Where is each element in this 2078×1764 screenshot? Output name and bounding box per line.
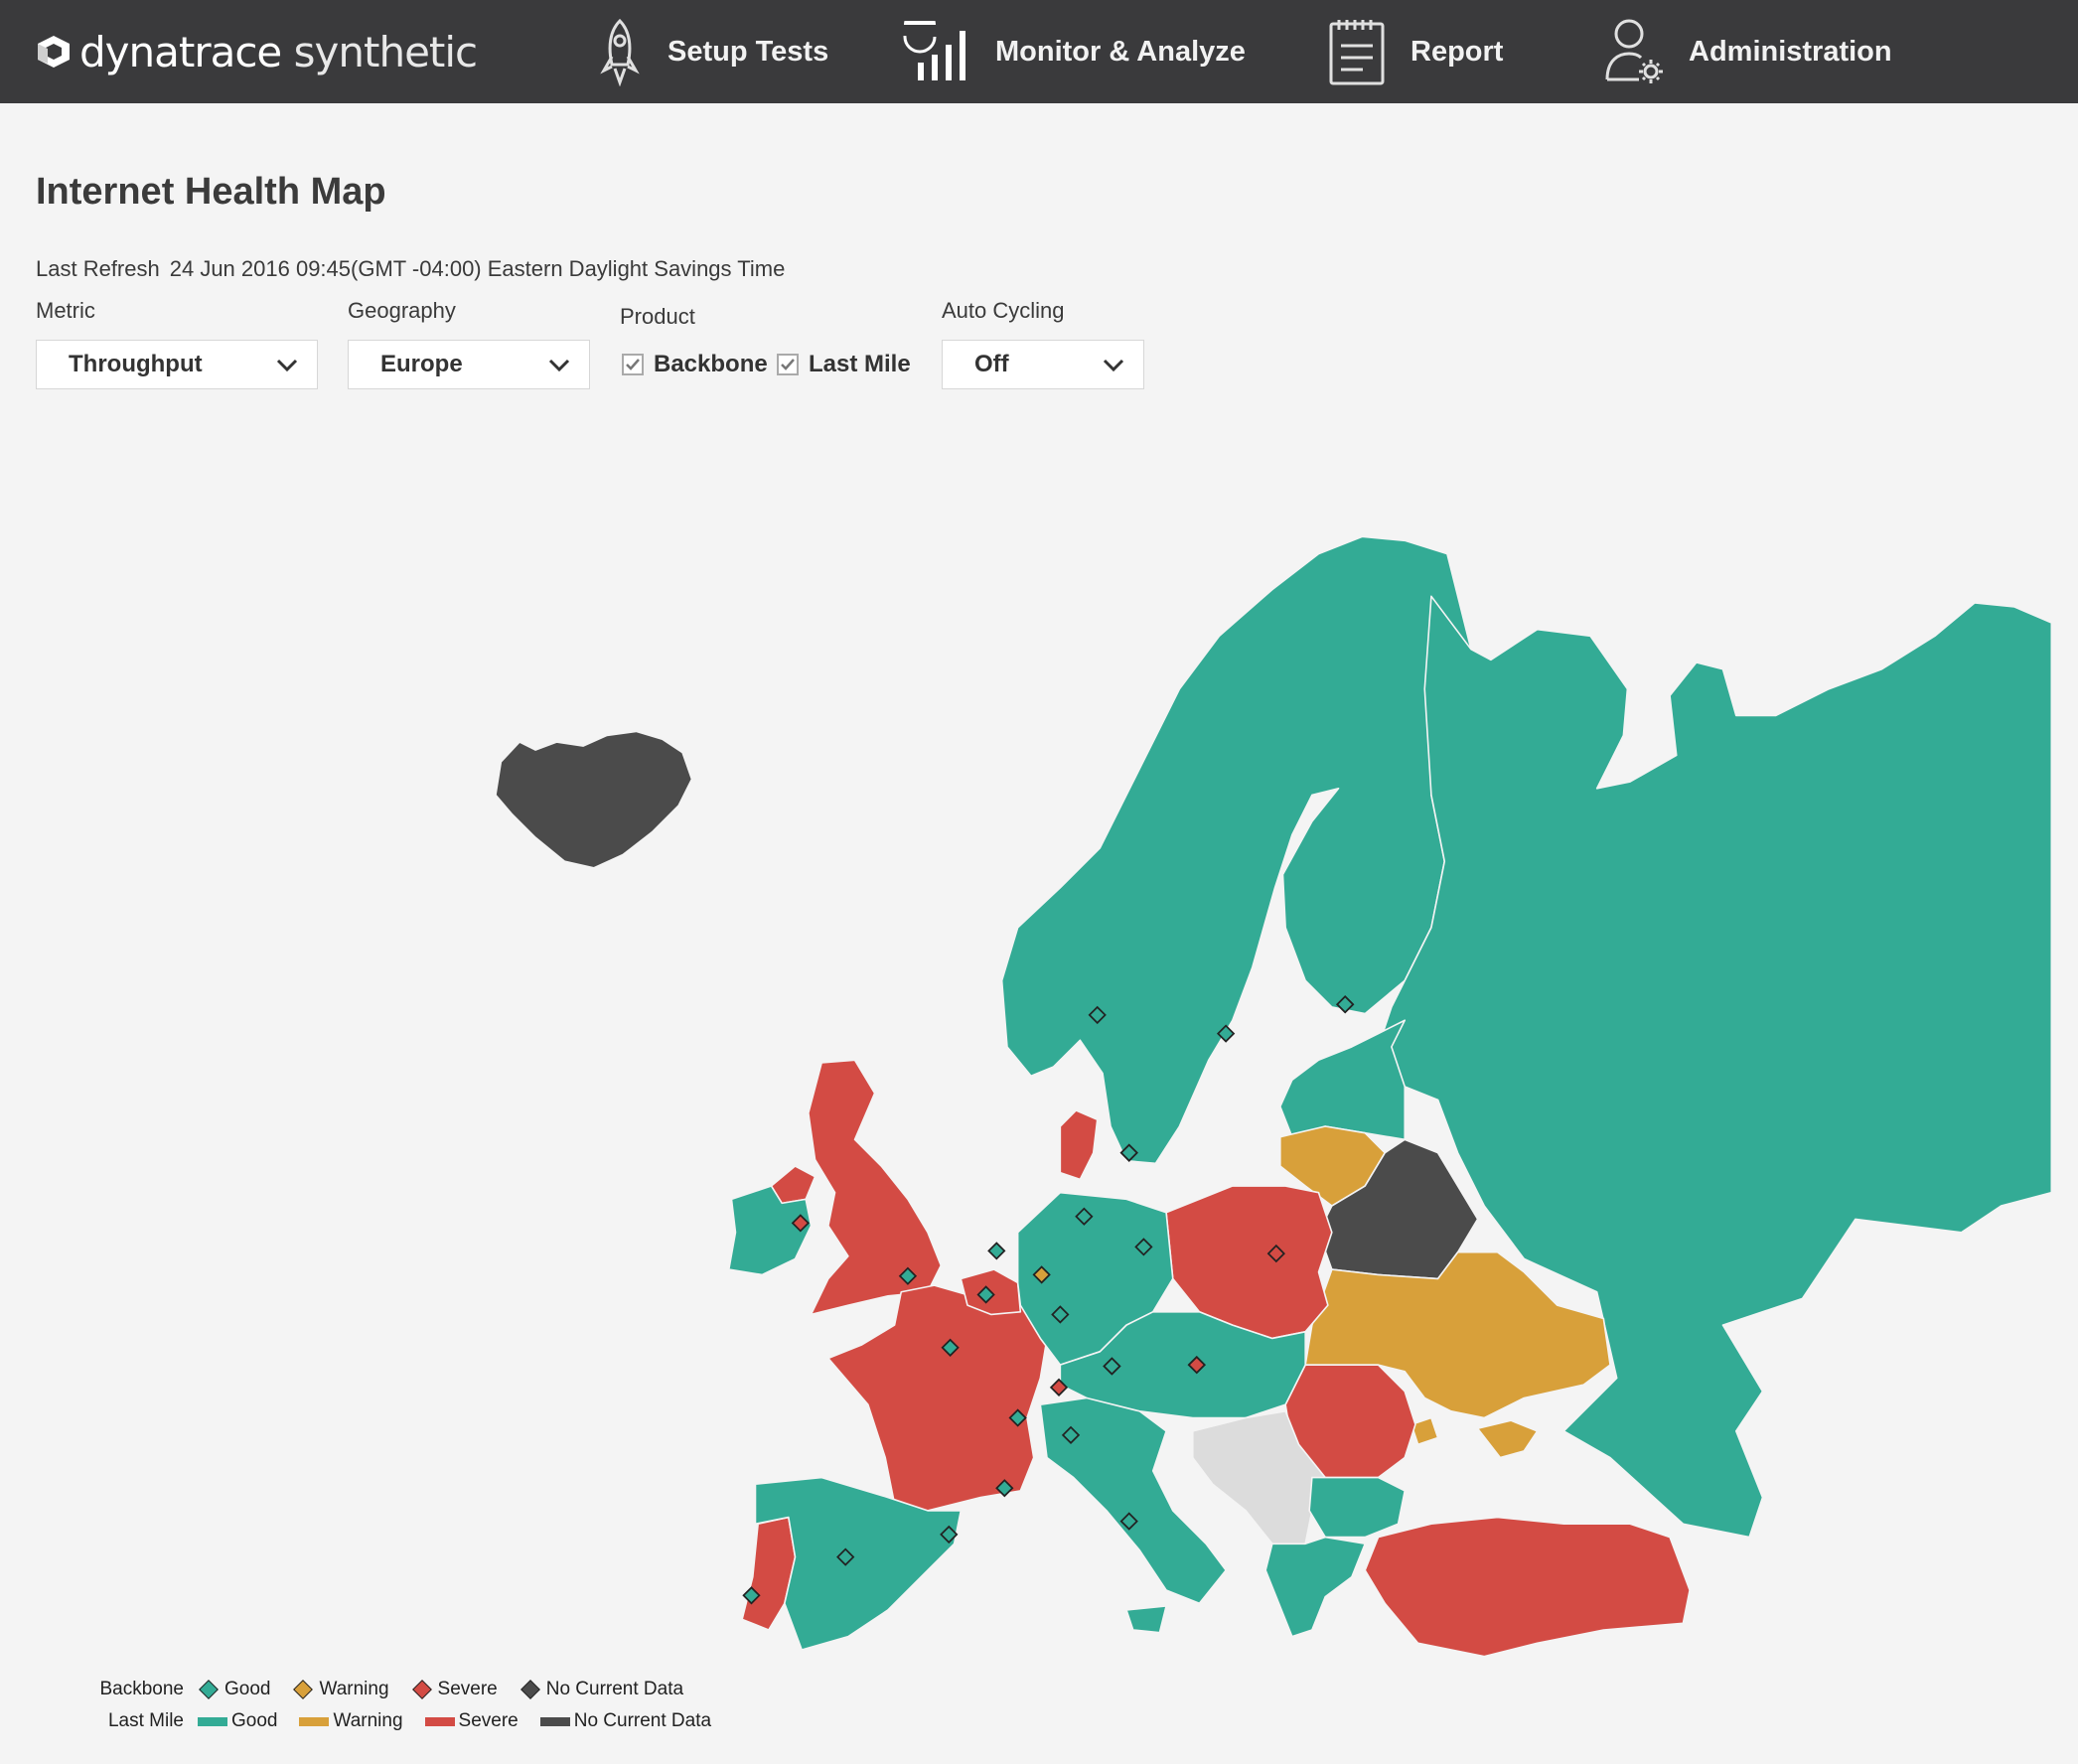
legend-warning-text: Warning	[333, 1710, 403, 1731]
geography-select[interactable]: Europe	[348, 340, 590, 389]
checkbox-checked-icon	[622, 354, 644, 375]
good-diamond-icon	[199, 1680, 219, 1699]
user-gear-icon	[1605, 19, 1663, 83]
legend-last-mile-row: Last Mile Good Warning Severe No Current…	[79, 1708, 733, 1734]
warning-diamond-icon	[293, 1680, 314, 1699]
legend-no-data-text: No Current Data	[573, 1710, 712, 1731]
legend-severe-text: Severe	[437, 1679, 498, 1699]
product-label: Product	[620, 304, 695, 329]
legend-backbone-good: Good	[198, 1679, 270, 1700]
rocket-icon	[600, 18, 640, 86]
europe-health-map	[495, 535, 2053, 1658]
clipboard-icon	[1329, 20, 1385, 85]
severe-bar-icon	[424, 1716, 455, 1726]
region-portugal[interactable]	[741, 1516, 797, 1631]
legend-backbone-label: Backbone	[99, 1679, 184, 1699]
metric-label: Metric	[36, 298, 95, 323]
legend-last-mile-no-data: No Current Data	[539, 1710, 712, 1732]
metric-select-value: Throughput	[69, 351, 203, 377]
legend-good-text: Good	[231, 1710, 278, 1731]
top-navigation-bar: dynatrace synthetic Setup Tests Monitor …	[0, 0, 2078, 103]
warning-bar-icon	[299, 1716, 330, 1726]
chevron-down-icon	[1103, 359, 1124, 372]
severe-diamond-icon	[411, 1680, 432, 1699]
region-baltics[interactable]	[1279, 1019, 1407, 1141]
region-turkey[interactable]	[1364, 1516, 1691, 1658]
legend-backbone-severe: Severe	[411, 1679, 498, 1700]
last-mile-checkbox-label: Last Mile	[809, 351, 911, 377]
logo-wordmark: dynatrace synthetic	[79, 27, 479, 76]
nav-report[interactable]: Report	[1327, 0, 1503, 103]
region-greece[interactable]	[1264, 1536, 1367, 1638]
legend-last-mile-label: Last Mile	[107, 1710, 184, 1731]
legend-last-mile-warning: Warning	[299, 1710, 403, 1732]
legend-last-mile-good: Good	[198, 1710, 277, 1732]
dynatrace-logo[interactable]: dynatrace synthetic	[34, 20, 479, 83]
legend-no-data-text: No Current Data	[545, 1679, 684, 1699]
nav-administration[interactable]: Administration	[1603, 0, 1892, 103]
region-iceland[interactable]	[495, 730, 693, 869]
good-bar-icon	[198, 1716, 227, 1726]
legend-backbone-row: Backbone Good Warning Severe No Current …	[79, 1677, 705, 1702]
no-data-bar-icon	[539, 1716, 570, 1726]
nav-administration-label: Administration	[1689, 35, 1892, 68]
legend-last-mile-severe: Severe	[424, 1710, 519, 1732]
checkbox-checked-icon	[777, 354, 799, 375]
dynatrace-logo-icon	[38, 36, 70, 68]
legend-backbone-no-data: No Current Data	[520, 1679, 683, 1700]
nav-monitor-analyze[interactable]: Monitor & Analyze	[900, 0, 1246, 103]
region-france[interactable]	[827, 1284, 1048, 1512]
auto-cycling-select-value: Off	[974, 351, 1009, 377]
bar-chart-icon	[903, 21, 965, 80]
legend-warning-text: Warning	[319, 1679, 389, 1699]
region-bulgaria[interactable]	[1308, 1476, 1407, 1539]
chevron-down-icon	[276, 359, 298, 372]
chevron-down-icon	[548, 359, 570, 372]
logo-product: synthetic	[293, 27, 479, 76]
last-refresh-label: Last Refresh	[36, 256, 160, 281]
logo-brand: dynatrace	[79, 27, 282, 76]
page-title: Internet Health Map	[36, 171, 386, 213]
nav-report-label: Report	[1410, 35, 1504, 68]
auto-cycling-select[interactable]: Off	[942, 340, 1144, 389]
no-data-diamond-icon	[520, 1680, 540, 1699]
backbone-marker-good[interactable]	[987, 1242, 1006, 1260]
backbone-checkbox[interactable]: Backbone	[622, 350, 768, 379]
backbone-checkbox-label: Backbone	[654, 351, 768, 377]
last-refresh: Last Refresh 24 Jun 2016 09:45(GMT -04:00…	[36, 256, 785, 282]
last-mile-checkbox[interactable]: Last Mile	[777, 350, 911, 379]
auto-cycling-label: Auto Cycling	[942, 298, 1065, 323]
legend-good-text: Good	[224, 1679, 271, 1699]
nav-setup-tests[interactable]: Setup Tests	[596, 0, 828, 103]
geography-select-value: Europe	[380, 351, 463, 377]
region-denmark[interactable]	[1059, 1109, 1099, 1181]
region-crimea[interactable]	[1410, 1416, 1539, 1459]
legend-severe-text: Severe	[458, 1710, 519, 1731]
legend-backbone-warning: Warning	[292, 1679, 389, 1700]
last-refresh-value: 24 Jun 2016 09:45(GMT -04:00) Eastern Da…	[169, 256, 786, 281]
nav-setup-tests-label: Setup Tests	[668, 35, 829, 68]
geography-label: Geography	[348, 298, 456, 323]
region-uk[interactable]	[808, 1059, 943, 1316]
nav-monitor-analyze-label: Monitor & Analyze	[995, 35, 1246, 68]
metric-select[interactable]: Throughput	[36, 340, 318, 389]
